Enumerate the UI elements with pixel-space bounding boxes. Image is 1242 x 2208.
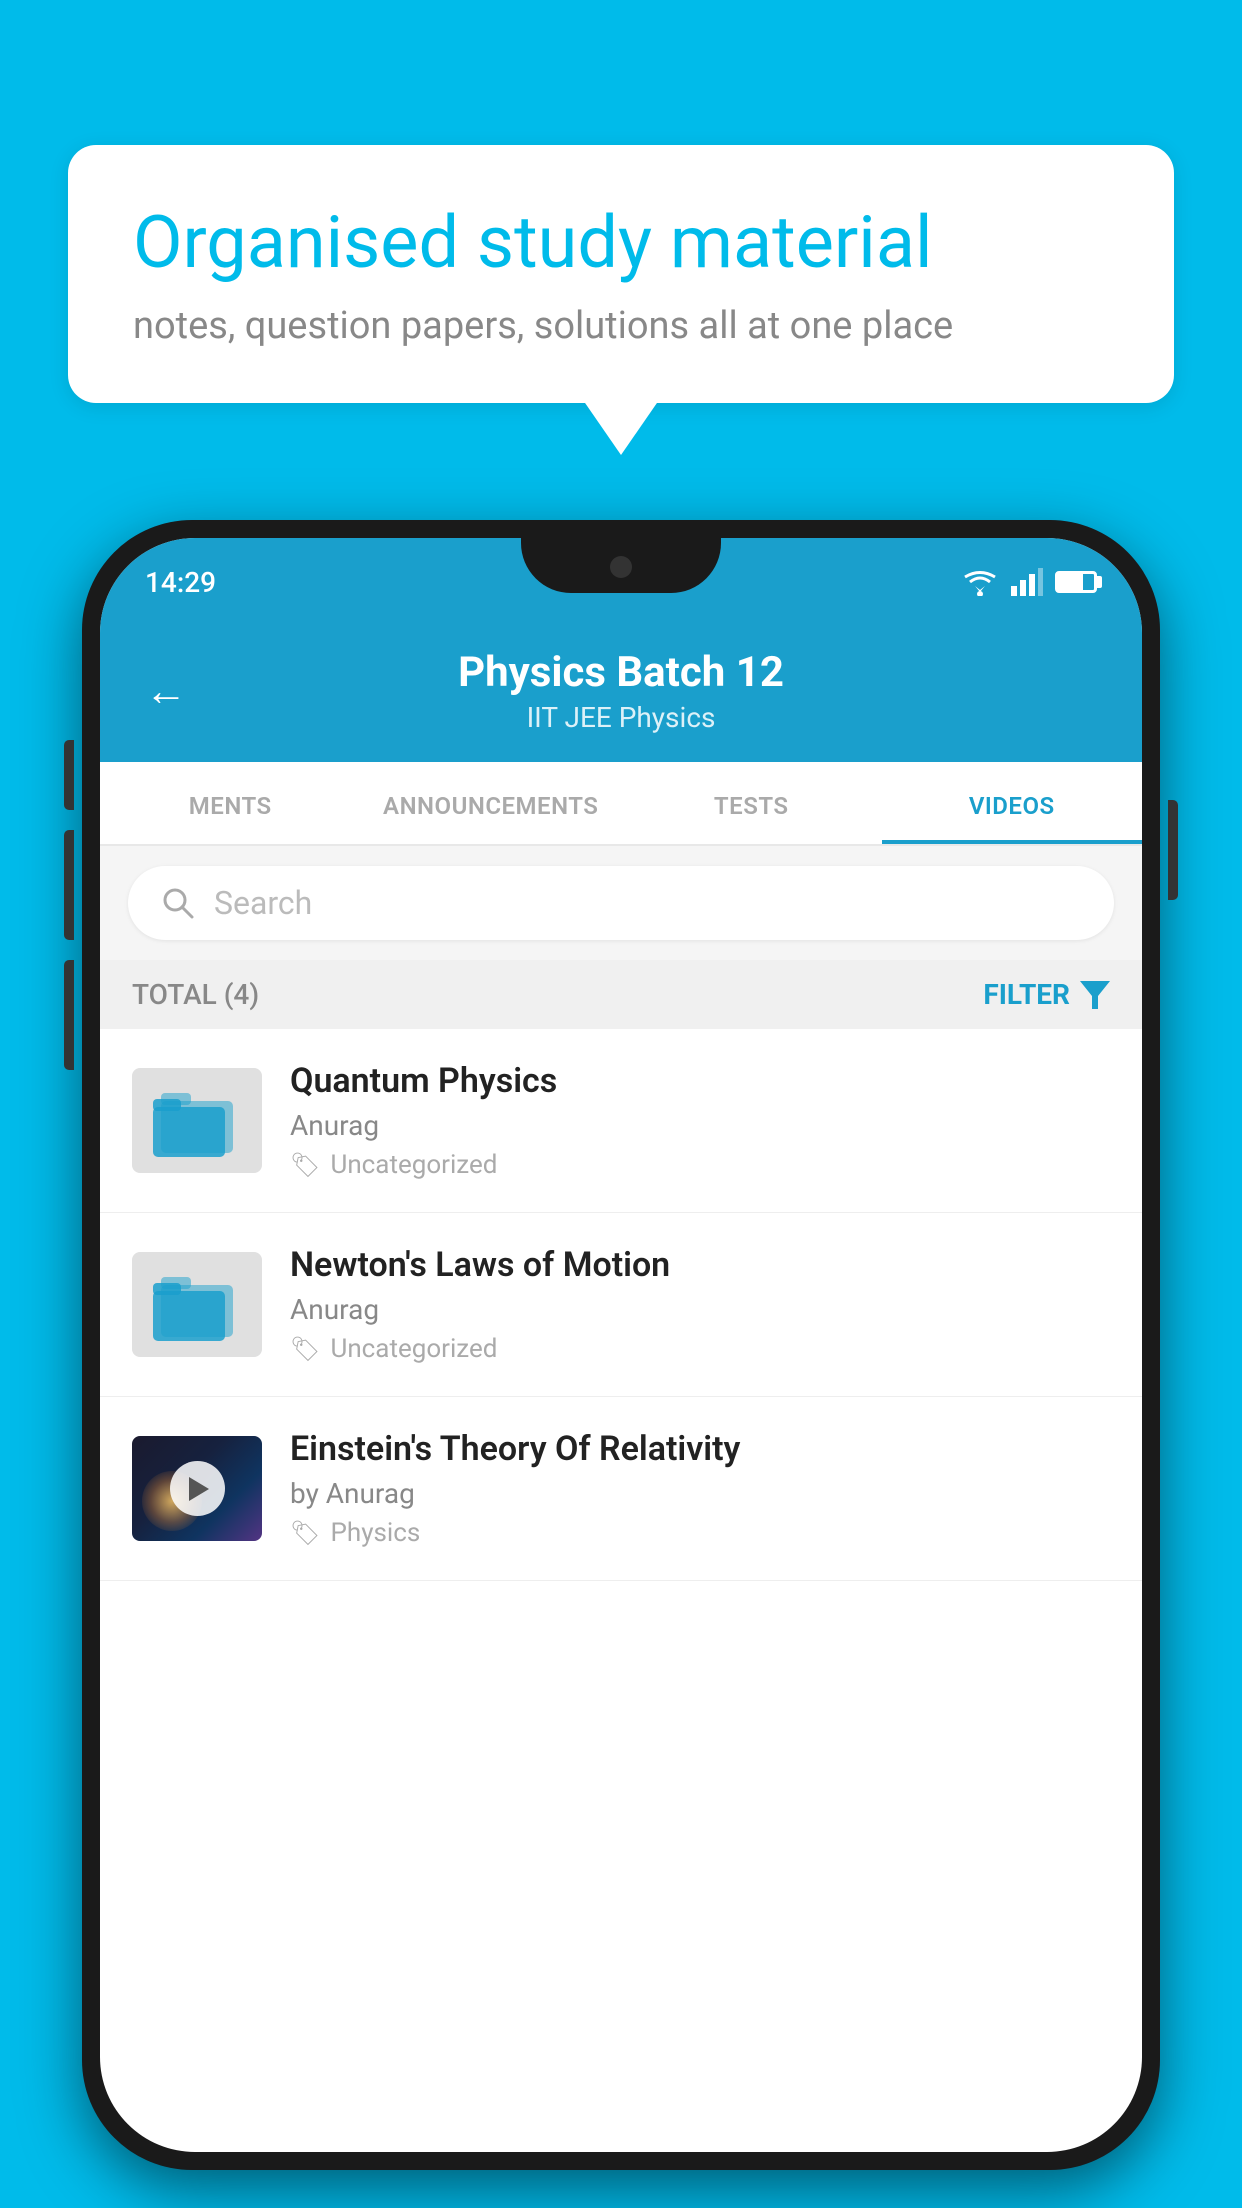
video-tag: 🏷 Uncategorized [290, 1334, 1110, 1364]
phone-side-button-1 [64, 740, 74, 810]
status-bar: 14:29 [100, 538, 1142, 626]
bubble-title: Organised study material [133, 200, 1109, 286]
filter-icon [1080, 981, 1110, 1009]
tag-icon: 🏷 [290, 1151, 320, 1179]
video-title: Einstein's Theory Of Relativity [290, 1429, 1110, 1469]
list-item[interactable]: Einstein's Theory Of Relativity by Anura… [100, 1397, 1142, 1581]
wifi-icon [961, 568, 999, 596]
video-thumbnail-1 [132, 1068, 262, 1173]
video-info-2: Newton's Laws of Motion Anurag 🏷 Uncateg… [290, 1245, 1110, 1364]
list-item[interactable]: Quantum Physics Anurag 🏷 Uncategorized [100, 1029, 1142, 1213]
search-container: Search [100, 846, 1142, 960]
status-icons [961, 568, 1097, 596]
tab-videos[interactable]: VIDEOS [882, 762, 1143, 844]
search-placeholder: Search [214, 884, 312, 922]
header-title-block: Physics Batch 12 IIT JEE Physics [217, 648, 1025, 734]
filter-button[interactable]: FILTER [983, 978, 1110, 1011]
status-time: 14:29 [145, 566, 216, 599]
video-info-1: Quantum Physics Anurag 🏷 Uncategorized [290, 1061, 1110, 1180]
video-thumbnail-3 [132, 1436, 262, 1541]
back-button[interactable]: ← [145, 667, 187, 716]
phone-screen: 14:29 [100, 538, 1142, 2152]
search-input-wrapper[interactable]: Search [128, 866, 1114, 940]
video-author: Anurag [290, 1293, 1110, 1326]
video-author: Anurag [290, 1109, 1110, 1142]
phone-wrapper: 14:29 [82, 520, 1160, 2170]
signal-icon [1011, 568, 1043, 596]
bubble-subtitle: notes, question papers, solutions all at… [133, 304, 1109, 348]
video-tag: 🏷 Uncategorized [290, 1150, 1110, 1180]
video-tag: 🏷 Physics [290, 1518, 1110, 1548]
header-subtitle: IIT JEE Physics [217, 701, 1025, 734]
tag-icon: 🏷 [290, 1335, 320, 1363]
list-item[interactable]: Newton's Laws of Motion Anurag 🏷 Uncateg… [100, 1213, 1142, 1397]
tag-icon: 🏷 [290, 1519, 320, 1547]
notch [521, 538, 721, 593]
video-info-3: Einstein's Theory Of Relativity by Anura… [290, 1429, 1110, 1548]
phone-outer: 14:29 [82, 520, 1160, 2170]
battery-icon [1055, 571, 1097, 593]
phone-side-button-3 [64, 960, 74, 1070]
camera [610, 556, 632, 578]
header-title: Physics Batch 12 [217, 648, 1025, 697]
filter-row: TOTAL (4) FILTER [100, 960, 1142, 1029]
video-title: Newton's Laws of Motion [290, 1245, 1110, 1285]
app-header: ← Physics Batch 12 IIT JEE Physics [100, 626, 1142, 762]
tabs-bar: MENTS ANNOUNCEMENTS TESTS VIDEOS [100, 762, 1142, 846]
tab-announcements[interactable]: ANNOUNCEMENTS [361, 762, 622, 844]
total-count: TOTAL (4) [132, 978, 259, 1011]
tab-ments[interactable]: MENTS [100, 762, 361, 844]
speech-bubble-container: Organised study material notes, question… [68, 145, 1174, 403]
video-list: Quantum Physics Anurag 🏷 Uncategorized [100, 1029, 1142, 1581]
video-author: by Anurag [290, 1477, 1110, 1510]
folder-icon [153, 1265, 241, 1345]
video-title: Quantum Physics [290, 1061, 1110, 1101]
video-thumbnail-2 [132, 1252, 262, 1357]
play-triangle-icon [189, 1477, 209, 1501]
phone-power-button [1168, 800, 1178, 900]
speech-bubble: Organised study material notes, question… [68, 145, 1174, 403]
folder-icon [153, 1081, 241, 1161]
play-button[interactable] [170, 1461, 225, 1516]
tab-tests[interactable]: TESTS [621, 762, 882, 844]
phone-side-button-2 [64, 830, 74, 940]
search-icon [160, 885, 196, 921]
